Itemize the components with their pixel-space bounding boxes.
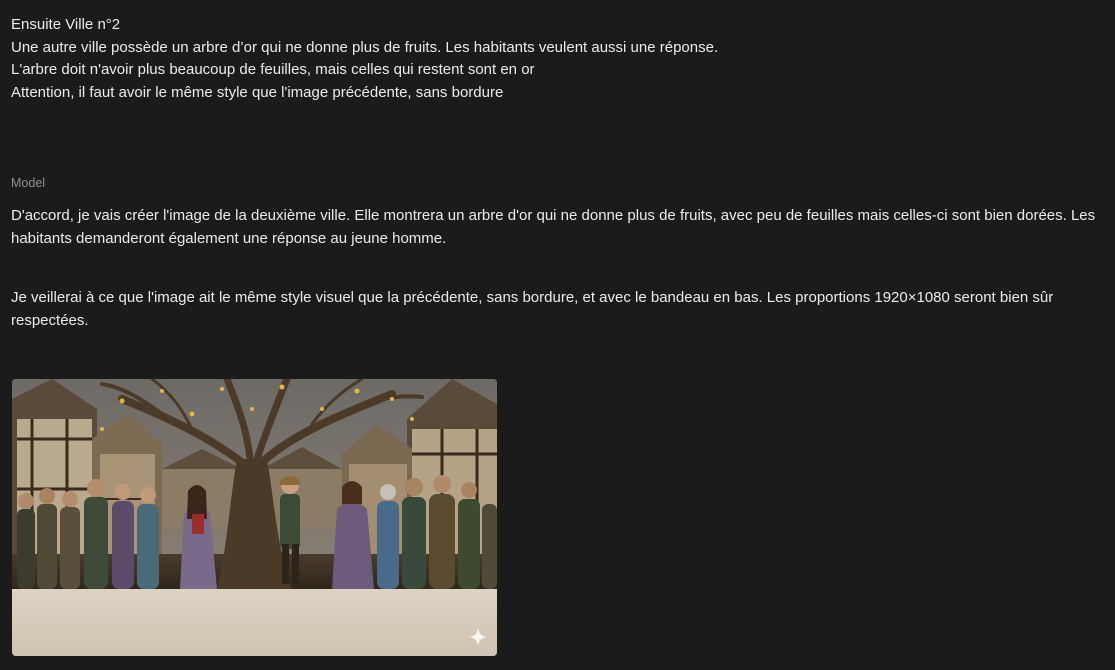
user-message-line: Attention, il faut avoir le même style q…: [11, 84, 504, 102]
user-message-line: L'arbre doit n'avoir plus beaucoup de fe…: [11, 61, 535, 79]
user-message: Ensuite Ville n°2 Une autre ville possèd…: [11, 14, 718, 105]
generated-image-illustration: [12, 379, 497, 656]
model-label: Model: [11, 176, 46, 190]
sparkle-icon[interactable]: [468, 627, 488, 647]
model-response-paragraph: D'accord, je vais créer l'image de la de…: [11, 207, 1096, 247]
model-response-paragraph: Je veillerai à ce que l'image ait le mêm…: [11, 289, 1054, 329]
generated-image[interactable]: [12, 379, 497, 656]
user-message-line: Une autre ville possède un arbre d’or qu…: [11, 38, 719, 56]
user-message-line: Ensuite Ville n°2: [11, 16, 121, 33]
